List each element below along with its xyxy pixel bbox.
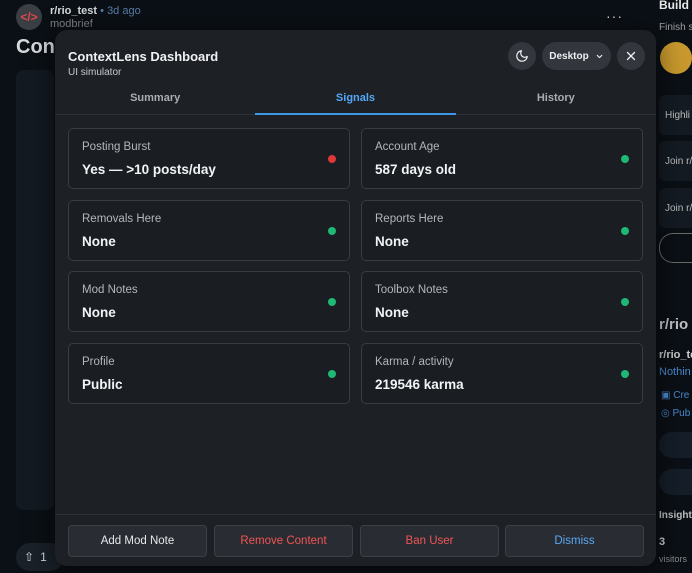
status-dot <box>621 155 629 163</box>
sidebar-action-2[interactable] <box>659 469 692 495</box>
signal-card-reports-here: Reports Here None <box>361 200 643 261</box>
modal-subtitle: UI simulator <box>68 67 122 78</box>
add-mod-note-button[interactable]: Add Mod Note <box>68 525 207 557</box>
visitors-count: 3 <box>659 536 666 548</box>
insights-heading: Insight <box>659 510 692 521</box>
tab-history[interactable]: History <box>456 82 656 114</box>
signal-value: 587 days old <box>375 162 457 177</box>
community-heading: r/rio <box>659 316 689 333</box>
signal-card-account-age: Account Age 587 days old <box>361 128 643 189</box>
signal-card-toolbox-notes: Toolbox Notes None <box>361 271 643 332</box>
community-name: r/rio_tes <box>659 349 692 361</box>
tab-bar: Summary Signals History <box>55 82 656 115</box>
modal-header: ContextLens Dashboard UI simulator Deskt… <box>55 30 656 82</box>
ban-user-button[interactable]: Ban User <box>360 525 499 557</box>
chevron-down-icon <box>596 54 603 58</box>
status-dot <box>621 298 629 306</box>
tab-signals[interactable]: Signals <box>255 82 456 115</box>
contextlens-modal: ContextLens Dashboard UI simulator Deskt… <box>55 30 656 566</box>
signal-card-karma-activity: Karma / activity 219546 karma <box>361 343 643 404</box>
sidebar-option-join-2[interactable]: Join r/ <box>659 188 692 228</box>
status-dot <box>328 298 336 306</box>
signal-card-profile: Profile Public <box>68 343 350 404</box>
close-button[interactable] <box>617 42 645 70</box>
vote-count: 1 <box>40 550 47 564</box>
device-select[interactable]: Desktop <box>542 42 611 70</box>
sidebar-option-join-1[interactable]: Join r/ <box>659 141 692 181</box>
upvote-icon[interactable]: ⇧ <box>24 550 34 564</box>
dismiss-button[interactable]: Dismiss <box>505 525 644 557</box>
signal-label: Karma / activity <box>375 356 454 368</box>
subreddit-link[interactable]: r/rio_test <box>50 5 97 17</box>
sidebar-subtitle: Finish s <box>659 22 692 33</box>
signal-value: None <box>375 234 409 249</box>
community-visibility: ◎ Pub <box>661 408 691 419</box>
signal-value: Public <box>82 377 123 392</box>
action-bar: Add Mod Note Remove Content Ban User Dis… <box>55 514 656 566</box>
signal-value: Yes — >10 posts/day <box>82 162 216 177</box>
signal-label: Account Age <box>375 141 440 153</box>
device-select-value: Desktop <box>549 50 589 62</box>
status-dot <box>328 155 336 163</box>
status-dot <box>328 370 336 378</box>
signal-value: 219546 karma <box>375 377 464 392</box>
more-options-icon[interactable]: ··· <box>606 8 623 24</box>
status-dot <box>621 227 629 235</box>
theme-toggle-button[interactable] <box>508 42 536 70</box>
close-icon <box>626 51 636 61</box>
signal-value: None <box>375 305 409 320</box>
community-created: ▣ Cre <box>661 390 690 401</box>
signal-card-mod-notes: Mod Notes None <box>68 271 350 332</box>
signal-label: Reports Here <box>375 213 444 225</box>
signal-label: Mod Notes <box>82 284 138 296</box>
signal-card-removals-here: Removals Here None <box>68 200 350 261</box>
achievement-badge <box>660 42 692 74</box>
signal-label: Posting Burst <box>82 141 151 153</box>
tab-summary[interactable]: Summary <box>55 82 255 114</box>
moon-icon <box>516 50 528 62</box>
sidebar-action-1[interactable] <box>659 432 692 458</box>
post-age: 3d ago <box>107 5 141 17</box>
status-dot <box>621 370 629 378</box>
signal-value: None <box>82 234 116 249</box>
signal-label: Toolbox Notes <box>375 284 448 296</box>
signal-label: Removals Here <box>82 213 162 225</box>
signal-card-posting-burst: Posting Burst Yes — >10 posts/day <box>68 128 350 189</box>
subreddit-avatar[interactable]: </> <box>16 4 42 30</box>
status-dot <box>328 227 336 235</box>
post-meta: r/rio_test • 3d ago <box>50 5 141 17</box>
sidebar-option-highlight[interactable]: Highli <box>659 95 692 135</box>
post-body <box>16 70 54 510</box>
post-author[interactable]: modbrief <box>50 18 93 30</box>
signal-value: None <box>82 305 116 320</box>
modal-title: ContextLens Dashboard <box>68 49 219 64</box>
sidebar-pill-button[interactable] <box>659 233 692 263</box>
remove-content-button[interactable]: Remove Content <box>214 525 353 557</box>
visitors-label: visitors <box>659 554 688 564</box>
signal-label: Profile <box>82 356 115 368</box>
sidebar-title: Build s <box>659 0 692 12</box>
community-description: Nothin <box>659 366 691 378</box>
